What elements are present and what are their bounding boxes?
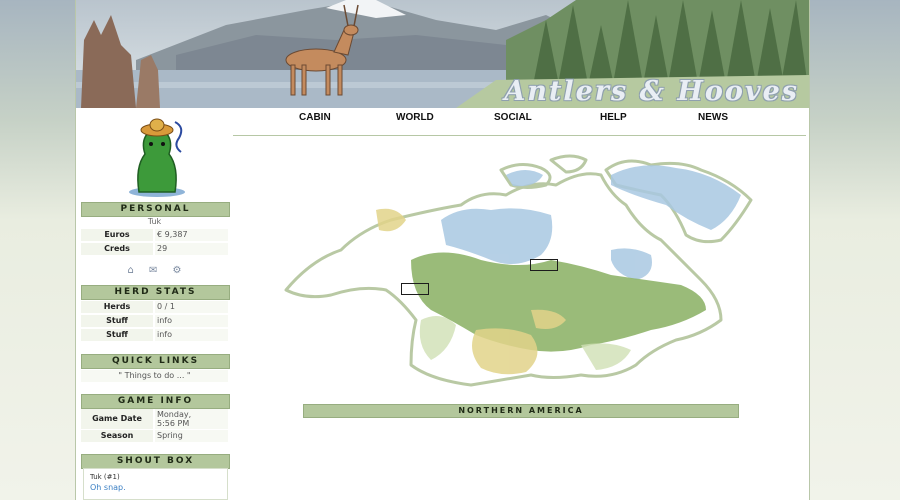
- player-name[interactable]: Tuk: [81, 217, 228, 226]
- creds-value: 29: [155, 243, 228, 255]
- euros-row: Euros € 9,387: [81, 229, 228, 241]
- nav-cabin[interactable]: CABIN: [299, 112, 331, 123]
- creds-row: Creds 29: [81, 243, 228, 255]
- world-map: [281, 150, 761, 390]
- game-date-time: 5:56 PM: [157, 419, 190, 428]
- herd-stats-value[interactable]: info: [155, 329, 228, 341]
- herd-stats-row: Stuff info: [81, 315, 228, 327]
- euros-label: Euros: [81, 229, 153, 241]
- map-region-marker[interactable]: [530, 259, 558, 271]
- herd-stats-row: Stuff info: [81, 329, 228, 341]
- banner: Antlers & Hooves: [76, 0, 809, 108]
- nav-news[interactable]: NEWS: [698, 112, 728, 123]
- nav-world[interactable]: WORLD: [396, 112, 434, 123]
- quick-links-heading: QUICK LINKS: [81, 354, 230, 369]
- page-frame: Antlers & Hooves PERSONAL Tuk Euros € 9,…: [75, 0, 810, 500]
- settings-icon[interactable]: ⚙: [172, 265, 181, 276]
- herd-stats-label: Stuff: [81, 329, 153, 341]
- season-row: Season Spring: [81, 430, 228, 442]
- quick-link-item[interactable]: " Things to do ... ": [81, 370, 228, 382]
- nav-social[interactable]: SOCIAL: [494, 112, 532, 123]
- nav-help[interactable]: HELP: [600, 112, 627, 123]
- herd-stats-label: Herds: [81, 301, 153, 313]
- map-region-marker[interactable]: [401, 283, 429, 295]
- main-nav: CABIN WORLD SOCIAL HELP NEWS: [233, 108, 806, 136]
- sidebar: PERSONAL Tuk Euros € 9,387 Creds 29 ⌂ ✉ …: [81, 108, 230, 500]
- game-date-row: Game Date Monday, 5:56 PM: [81, 409, 228, 429]
- game-date-value: Monday, 5:56 PM: [155, 409, 228, 429]
- home-icon[interactable]: ⌂: [128, 265, 134, 276]
- season-value: Spring: [155, 430, 228, 442]
- herd-stats-value[interactable]: info: [155, 315, 228, 327]
- game-date-day: Monday,: [157, 410, 192, 419]
- mail-icon[interactable]: ✉: [149, 265, 157, 276]
- shout-message: Oh snap.: [90, 483, 126, 492]
- shout-user[interactable]: Tuk (#1): [90, 473, 120, 481]
- shout-box-heading: SHOUT BOX: [81, 454, 230, 469]
- shout-box[interactable]: Tuk (#1) Oh snap.: [83, 468, 228, 500]
- game-info-heading: GAME INFO: [81, 394, 230, 409]
- site-logo-title[interactable]: Antlers & Hooves: [504, 76, 799, 107]
- map-caption: NORTHERN AMERICA: [303, 404, 739, 418]
- herd-stats-row: Herds 0 / 1: [81, 301, 228, 313]
- north-america-map: [284, 154, 753, 387]
- euros-value: € 9,387: [155, 229, 228, 241]
- herd-stats-label: Stuff: [81, 315, 153, 327]
- season-label: Season: [81, 430, 153, 442]
- personal-icons: ⌂ ✉ ⚙: [81, 258, 228, 276]
- personal-heading: PERSONAL: [81, 202, 230, 217]
- herd-stats-heading: HERD STATS: [81, 285, 230, 300]
- player-avatar[interactable]: [117, 112, 197, 200]
- game-date-label: Game Date: [81, 409, 153, 429]
- herd-stats-value[interactable]: 0 / 1: [155, 301, 228, 313]
- creds-label: Creds: [81, 243, 153, 255]
